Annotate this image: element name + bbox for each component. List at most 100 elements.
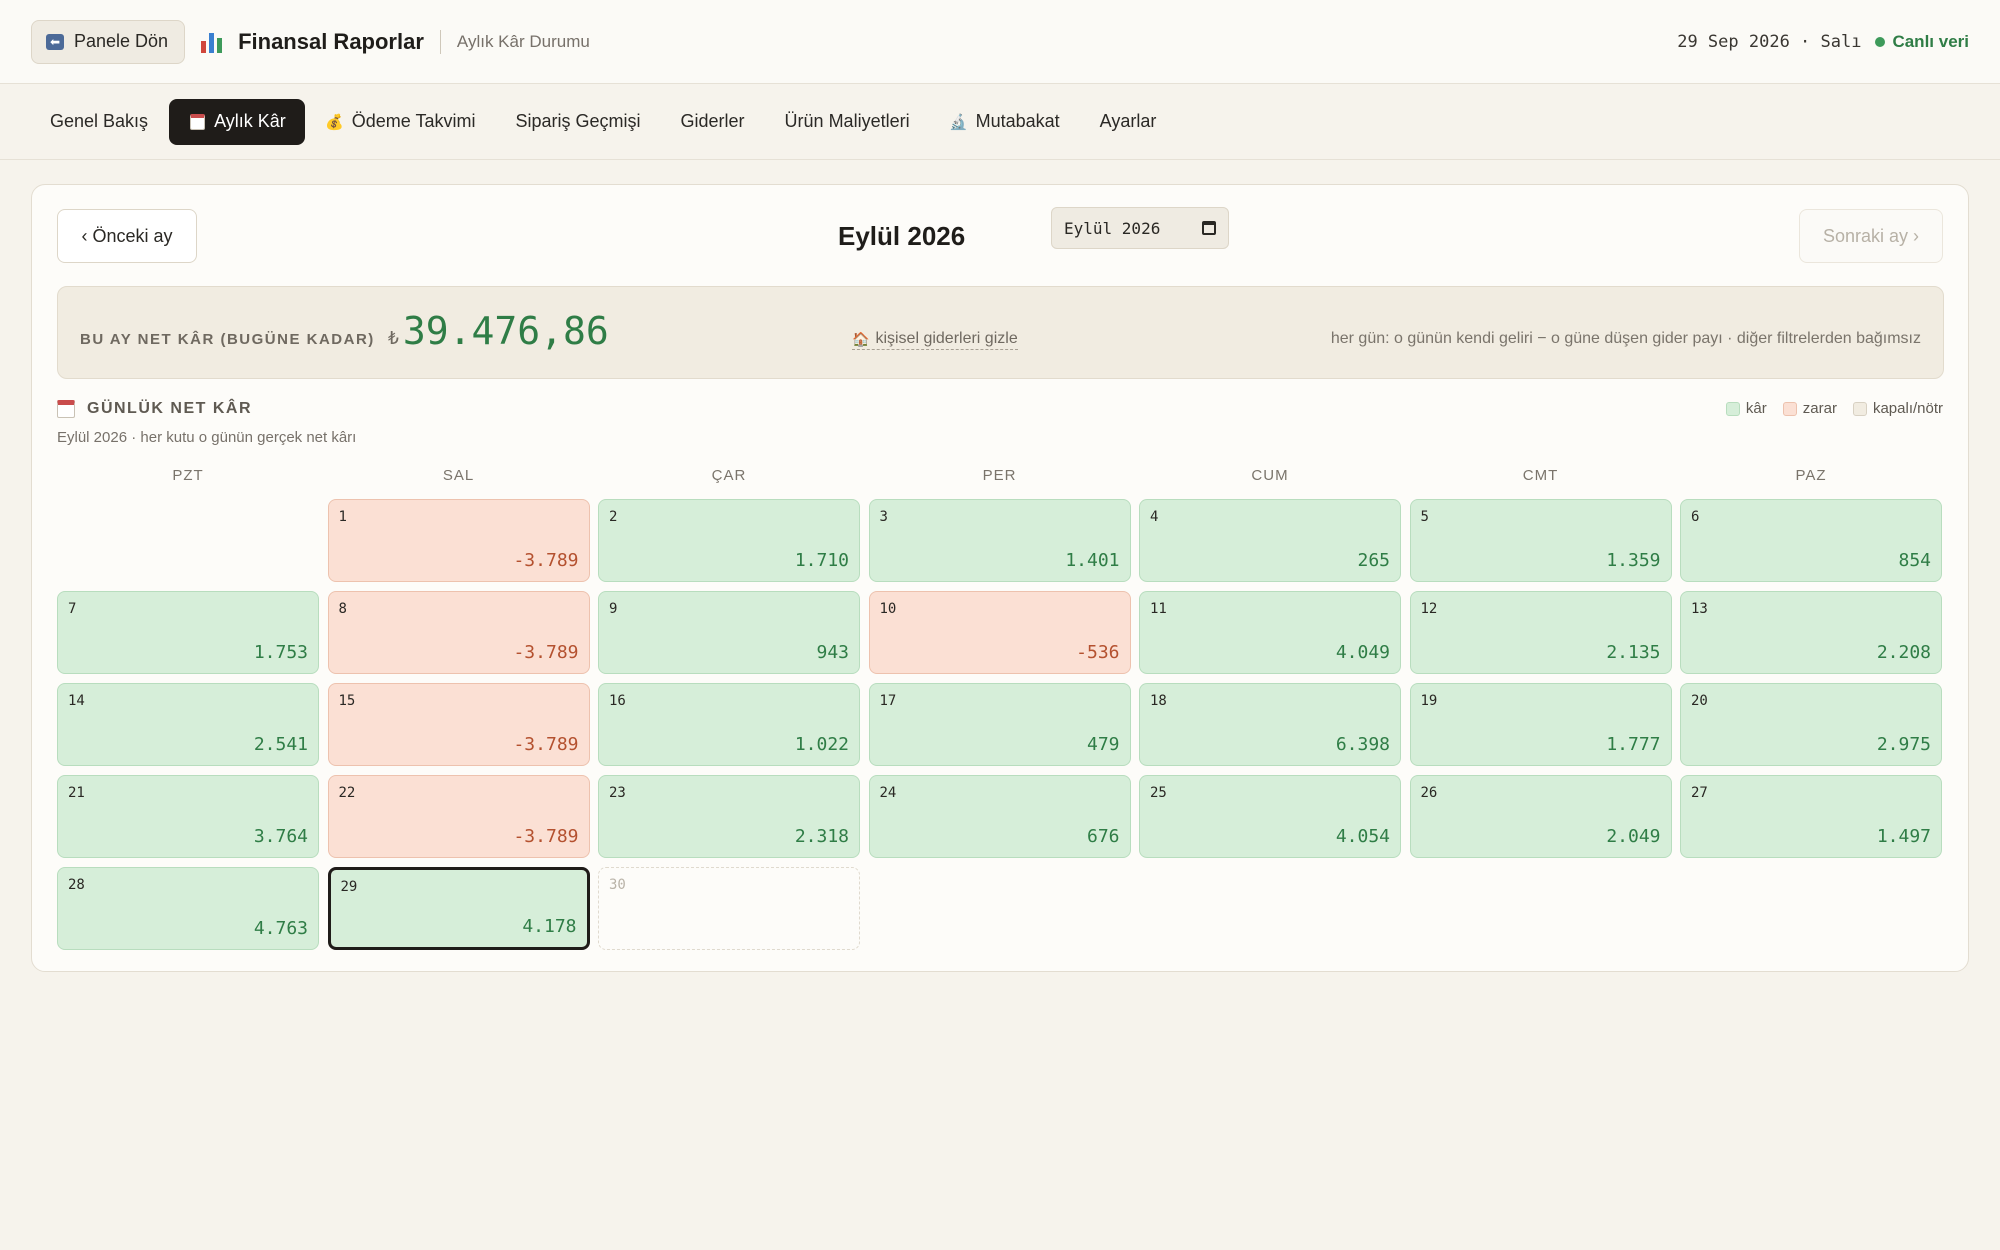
calendar-picker-icon[interactable] [1202, 221, 1216, 235]
calendar-day-29[interactable]: 29 4.178 [327, 867, 590, 950]
month-navigation: ‹ Önceki ay Eylül 2026 Eylül 2026 Sonrak… [57, 207, 1943, 263]
net-profit-amount: 39.476,86 [402, 309, 609, 353]
current-date: 29 Sep 2026 · Salı [1677, 31, 1862, 52]
previous-month-button[interactable]: ‹ Önceki ay [57, 209, 197, 263]
microscope-icon: 🔬 [949, 113, 968, 131]
legend-label: kapalı/nötr [1872, 400, 1943, 417]
legend-swatch [1852, 401, 1867, 416]
day-net-profit: 1.777 [1606, 734, 1661, 755]
day-number: 21 [68, 785, 85, 801]
calendar-grid: 1 -3.789 2 1.710 3 1.401 4 265 5 1.359 6 854 7 1.753 8… [57, 499, 1944, 950]
calendar-day-28[interactable]: 28 4.763 [57, 867, 319, 950]
day-number: 15 [338, 693, 356, 709]
calendar-day-12[interactable]: 12 2.135 [1409, 591, 1672, 674]
day-net-profit: 479 [1086, 734, 1120, 755]
calendar-day-21[interactable]: 21 3.764 [57, 775, 319, 858]
day-number: 1 [338, 509, 347, 525]
month-picker-value: Eylül 2026 [1064, 218, 1161, 238]
hide-personal-expenses-link[interactable]: 🏠 kişisel giderleri gizle [852, 330, 1018, 350]
calendar-day-20[interactable]: 20 2.975 [1680, 683, 1942, 766]
calendar-day-6[interactable]: 6 854 [1680, 499, 1942, 582]
back-arrow-icon: ⬅ [46, 33, 64, 50]
live-data-label: Canlı veri [1892, 31, 1969, 51]
section-subtitle: Eylül 2026 · her kutu o günün gerçek net… [57, 429, 357, 446]
money-bag-icon: 💰 [325, 113, 345, 131]
day-net-profit: -3.789 [513, 826, 579, 847]
calendar-day-9[interactable]: 9 943 [598, 591, 860, 674]
net-profit-value: ₺ 39.476,86 [388, 309, 609, 353]
calendar-day-3[interactable]: 3 1.401 [868, 499, 1131, 582]
day-net-profit: 1.753 [253, 642, 308, 663]
tab-overview[interactable]: Genel Bakış [31, 99, 167, 145]
day-number: 8 [338, 601, 347, 617]
day-number: 18 [1150, 693, 1167, 709]
calendar-day-17[interactable]: 17 479 [868, 683, 1131, 766]
day-number: 3 [879, 509, 888, 525]
next-month-button[interactable]: Sonraki ay › [1799, 209, 1943, 263]
calendar-icon [57, 400, 75, 418]
calendar-day-10[interactable]: 10 -536 [868, 591, 1131, 674]
month-title: Eylül 2026 [838, 221, 966, 251]
calendar-day-4[interactable]: 4 265 [1139, 499, 1401, 582]
tab-product-costs[interactable]: Ürün Maliyetleri [766, 99, 929, 145]
live-indicator-dot [1875, 36, 1886, 47]
day-number: 30 [609, 877, 626, 893]
day-number: 17 [879, 693, 897, 709]
day-number: 12 [1420, 601, 1438, 617]
day-number: 27 [1691, 785, 1708, 801]
weekday-header: PZT SAL ÇAR PER CUM CMT PAZ [57, 467, 1944, 487]
legend-item-profit: kâr [1725, 400, 1767, 417]
day-net-profit: 854 [1898, 550, 1931, 571]
day-net-profit: -3.789 [513, 734, 579, 755]
tab-reconciliation[interactable]: 🔬 Mutabakat [931, 99, 1079, 145]
day-number: 13 [1691, 601, 1708, 617]
back-to-panel-button[interactable]: ⬅ Panele Dön [31, 19, 186, 64]
tab-payment-calendar[interactable]: 💰 Ödeme Takvimi [307, 99, 495, 145]
calendar-day-27[interactable]: 27 1.497 [1680, 775, 1942, 858]
tab-order-history[interactable]: Sipariş Geçmişi [496, 99, 659, 145]
day-net-profit: 1.022 [794, 734, 849, 755]
day-net-profit: 6.398 [1335, 734, 1390, 755]
tab-settings[interactable]: Ayarlar [1081, 99, 1176, 145]
day-net-profit: -3.789 [513, 550, 579, 571]
calendar-day-14[interactable]: 14 2.541 [57, 683, 319, 766]
day-number: 25 [1150, 785, 1167, 801]
legend: kâr zarar kapalı/nötr [1718, 400, 1943, 417]
bar-chart-icon [201, 31, 223, 53]
app-subtitle: Aylık Kâr Durumu [456, 31, 590, 51]
calendar-day-2[interactable]: 2 1.710 [598, 499, 860, 582]
day-net-profit: 4.763 [253, 918, 308, 939]
month-picker-input[interactable]: Eylül 2026 [1051, 207, 1229, 249]
calendar-day-5[interactable]: 5 1.359 [1409, 499, 1672, 582]
calendar-day-11[interactable]: 11 4.049 [1139, 591, 1401, 674]
summary-label: BU AY NET KÂR (BUGÜNE KADAR) [80, 331, 375, 348]
calendar-day-15[interactable]: 15 -3.789 [327, 683, 590, 766]
day-number: 20 [1691, 693, 1708, 709]
calendar-day-24[interactable]: 24 676 [868, 775, 1131, 858]
calendar-day-18[interactable]: 18 6.398 [1139, 683, 1401, 766]
tab-monthly-profit[interactable]: Aylık Kâr [169, 98, 305, 145]
monthly-profit-card: ‹ Önceki ay Eylül 2026 Eylül 2026 Sonrak… [31, 184, 1969, 972]
calendar-day-7[interactable]: 7 1.753 [57, 591, 319, 674]
tab-label: Aylık Kâr [214, 111, 286, 131]
calendar-day-16[interactable]: 16 1.022 [598, 683, 860, 766]
calendar-day-13[interactable]: 13 2.208 [1680, 591, 1942, 674]
calendar-day-25[interactable]: 25 4.054 [1139, 775, 1401, 858]
day-number: 2 [609, 509, 618, 525]
calendar-day-22[interactable]: 22 -3.789 [327, 775, 590, 858]
day-number: 24 [879, 785, 897, 801]
calendar-day-26[interactable]: 26 2.049 [1409, 775, 1672, 858]
day-net-profit: 1.497 [1876, 826, 1931, 847]
calendar-day-30[interactable]: 30 [598, 867, 860, 950]
calendar-day-19[interactable]: 19 1.777 [1409, 683, 1672, 766]
tab-label: Mutabakat [975, 111, 1060, 131]
top-bar: ⬅ Panele Dön Finansal Raporlar Aylık Kâr… [0, 0, 2000, 84]
day-net-profit: -3.789 [513, 642, 579, 663]
calendar-day-8[interactable]: 8 -3.789 [327, 591, 590, 674]
calendar-day-1[interactable]: 1 -3.789 [327, 499, 590, 582]
back-button-label: Panele Dön [74, 31, 169, 51]
tab-expenses[interactable]: Giderler [662, 99, 764, 145]
day-net-profit: 2.541 [253, 734, 308, 755]
day-number: 11 [1150, 601, 1167, 617]
calendar-day-23[interactable]: 23 2.318 [598, 775, 860, 858]
